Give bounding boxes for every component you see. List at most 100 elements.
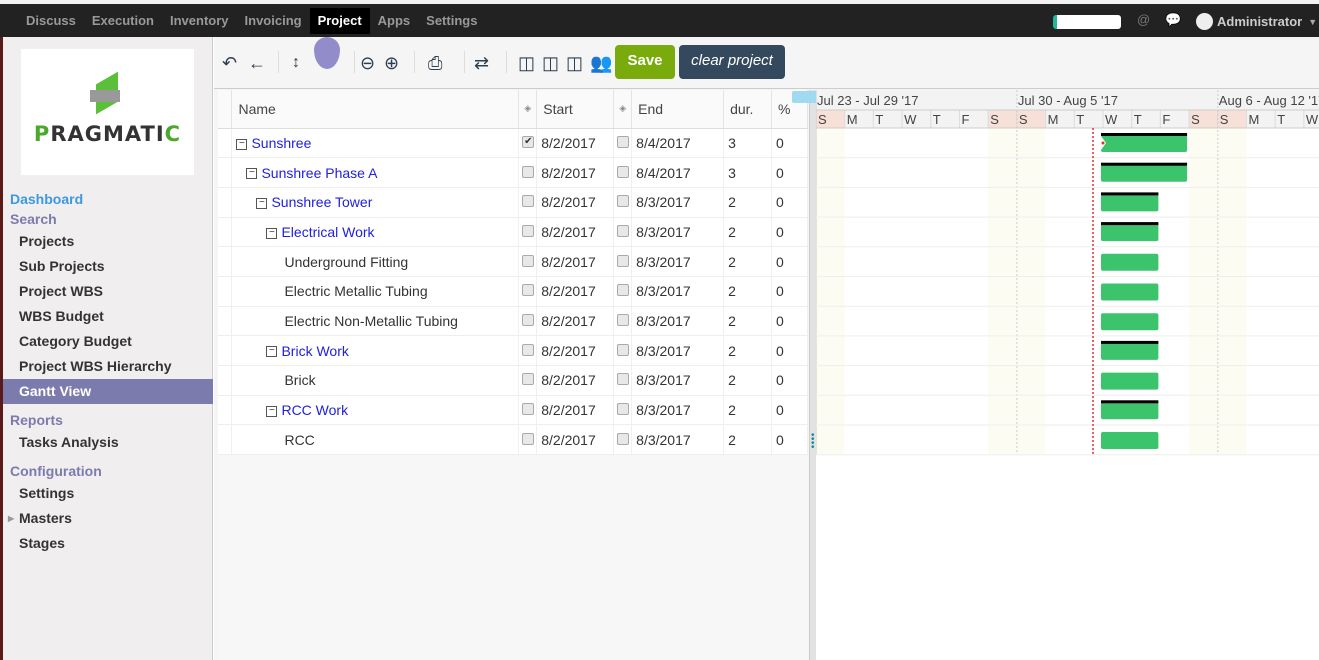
clear-project-button[interactable]: clear project [679,45,785,79]
end-milestone-checkbox[interactable] [617,284,630,297]
start-date[interactable]: 8/2/2017 [536,365,615,396]
duration[interactable]: 3 [723,128,772,159]
expand-collapse-icon[interactable]: ↕ [292,53,300,73]
search-input[interactable] [1053,15,1121,29]
column-header-end[interactable]: End [631,90,725,129]
duration[interactable]: 2 [723,365,772,396]
end-date[interactable]: 8/3/2017 [631,246,725,277]
start-milestone-checkbox[interactable]: ✔ [522,135,535,148]
task-name[interactable]: RCC [284,432,314,448]
end-milestone-checkbox[interactable] [617,165,630,178]
start-date[interactable]: 8/2/2017 [536,424,615,456]
end-date[interactable]: 8/3/2017 [631,365,725,396]
end-milestone-checkbox[interactable] [617,224,630,237]
sidebar-item-gantt-view[interactable]: Gantt View [3,379,213,404]
progress[interactable]: 0 [771,306,808,337]
sidebar-item-category-budget[interactable]: Category Budget [3,329,213,354]
table-row[interactable]: Underground Fitting 8/2/2017 8/3/2017 2 0 [218,246,808,277]
end-milestone-checkbox[interactable] [617,195,630,208]
progress[interactable]: 0 [771,217,808,248]
end-date[interactable]: 8/3/2017 [631,187,725,218]
sidebar-item-masters[interactable]: ▶ Masters [3,506,213,531]
sidebar-item-wbs-budget[interactable]: WBS Budget [3,304,213,329]
table-row[interactable]: − Brick Work 8/2/2017 8/3/2017 2 0 [218,335,808,366]
duration[interactable]: 2 [723,276,772,307]
sidebar-item-project-wbs[interactable]: Project WBS [3,279,213,304]
progress[interactable]: 0 [771,276,808,307]
start-milestone-checkbox[interactable] [522,284,535,297]
expand-arrow-icon[interactable]: ▶ [8,506,14,531]
duration[interactable]: 2 [723,187,772,218]
resources-icon[interactable]: 👥 [590,53,612,73]
duration[interactable]: 2 [723,335,772,366]
app-menu-apps[interactable]: Apps [370,8,419,34]
app-menu-settings[interactable]: Settings [418,8,485,34]
start-date[interactable]: 8/2/2017 [536,217,615,248]
mention-icon[interactable]: @ [1137,12,1150,27]
collapse-icon[interactable]: − [266,346,278,358]
progress[interactable]: 0 [771,128,808,159]
end-date[interactable]: 8/3/2017 [631,424,725,456]
splitter-handle[interactable]: • • • • [809,90,816,660]
show-both-icon[interactable]: ◫ [542,53,559,73]
task-name[interactable]: Brick [284,372,315,388]
start-date[interactable]: 8/2/2017 [536,335,615,366]
start-milestone-checkbox[interactable] [522,432,535,445]
end-milestone-checkbox[interactable] [617,313,630,326]
column-header-duration[interactable]: dur. [723,90,772,129]
table-row[interactable]: − Electrical Work 8/2/2017 8/3/2017 2 0 [218,217,808,248]
show-gantt-icon[interactable]: ◫ [566,53,583,73]
start-date[interactable]: 8/2/2017 [536,246,615,277]
end-milestone-checkbox[interactable] [617,343,630,356]
task-name[interactable]: Electrical Work [281,224,374,240]
start-milestone-checkbox[interactable] [522,254,535,267]
start-milestone-checkbox[interactable] [522,403,535,416]
start-date[interactable]: 8/2/2017 [536,276,615,307]
column-header-name[interactable]: Name [231,90,520,129]
progress[interactable]: 0 [771,395,808,426]
duration[interactable]: 2 [723,424,772,456]
start-date[interactable]: 8/2/2017 [536,306,615,337]
app-menu-execution[interactable]: Execution [84,8,162,34]
task-name[interactable]: RCC Work [281,402,348,418]
zoom-in-icon[interactable]: ⊕ [384,53,399,73]
start-milestone-checkbox[interactable] [522,165,535,178]
progress[interactable]: 0 [771,365,808,396]
start-date[interactable]: 8/2/2017 [536,395,615,426]
table-row[interactable]: − Sunshree Phase A 8/2/2017 8/4/2017 3 0 [218,157,808,188]
progress[interactable]: 0 [771,246,808,277]
table-row[interactable]: Electric Metallic Tubing 8/2/2017 8/3/2017… [218,276,808,307]
end-date[interactable]: 8/3/2017 [631,276,725,307]
app-menu-inventory[interactable]: Inventory [162,8,237,34]
end-date[interactable]: 8/3/2017 [631,306,725,337]
critical-path-icon[interactable]: ⇄ [474,53,489,73]
collapse-icon[interactable]: − [256,198,268,210]
table-row[interactable]: − RCC Work 8/2/2017 8/3/2017 2 0 [218,395,808,426]
progress[interactable]: 0 [771,335,808,366]
duration[interactable]: 2 [723,217,772,248]
task-name[interactable]: Underground Fitting [284,254,408,270]
print-icon[interactable]: ⎙ [428,53,442,73]
collapse-icon[interactable]: − [266,227,278,239]
start-milestone-checkbox[interactable] [522,373,535,386]
table-row[interactable]: Electric Non-Metallic Tubing 8/2/2017 8/3/… [218,306,808,337]
sidebar-item-settings[interactable]: Settings [3,481,213,506]
save-button[interactable]: Save [615,45,675,79]
end-date[interactable]: 8/3/2017 [631,395,725,426]
table-row[interactable]: Brick 8/2/2017 8/3/2017 2 0 [218,365,808,396]
end-milestone-checkbox[interactable] [617,403,630,416]
duration[interactable]: 3 [723,157,772,188]
end-date[interactable]: 8/4/2017 [631,128,725,159]
task-name[interactable]: Electric Metallic Tubing [284,283,427,299]
task-name[interactable]: Electric Non-Metallic Tubing [284,313,458,329]
progress[interactable]: 0 [771,424,808,456]
end-date[interactable]: 8/3/2017 [631,335,725,366]
column-header-start[interactable]: Start [536,90,615,129]
end-date[interactable]: 8/3/2017 [631,217,725,248]
sidebar-item-project-wbs-hierarchy[interactable]: Project WBS Hierarchy [3,354,213,379]
start-milestone-checkbox[interactable] [522,313,535,326]
app-menu-discuss[interactable]: Discuss [18,8,84,34]
user-menu[interactable]: Administrator ▼ [1196,13,1317,30]
progress[interactable]: 0 [771,157,808,188]
table-row[interactable]: − Sunshree Tower 8/2/2017 8/3/2017 2 0 [218,187,808,218]
